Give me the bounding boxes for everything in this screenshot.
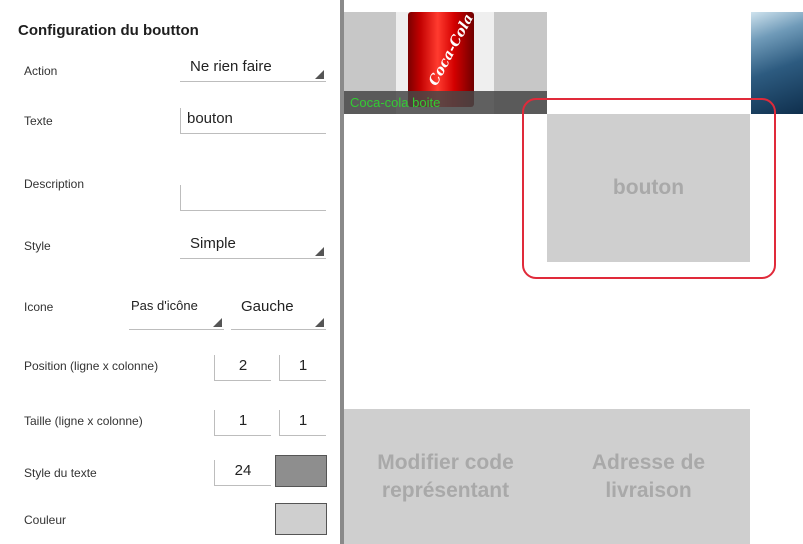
button-config-panel: Configuration du boutton Action Ne rien … — [0, 0, 340, 544]
action-value: Ne rien faire — [190, 58, 272, 75]
button-grid-canvas: Coca-Cola Coca-cola boite bouton Modifie… — [344, 0, 803, 544]
taille-col-input[interactable]: 1 — [279, 410, 326, 436]
position-label: Position (ligne x colonne) — [24, 359, 159, 373]
icone-label: Icone — [24, 300, 54, 314]
adresse-livraison-button[interactable]: Adresse de livraison — [547, 409, 750, 544]
action-label: Action — [24, 64, 58, 78]
icone-position-select[interactable]: Gauche — [231, 296, 326, 330]
icone-position-value: Gauche — [241, 298, 294, 315]
texte-value: bouton — [187, 110, 233, 127]
selection-highlight — [522, 98, 776, 279]
dropdown-corner-icon — [315, 70, 324, 79]
text-color-swatch[interactable] — [275, 455, 327, 487]
texte-label: Texte — [24, 114, 53, 128]
description-input[interactable] — [180, 185, 326, 211]
panel-title: Configuration du boutton — [18, 22, 199, 39]
modifier-code-label: Modifier code représentant — [377, 450, 514, 502]
style-label: Style — [24, 239, 51, 253]
style-value: Simple — [190, 235, 236, 252]
taille-col-value: 1 — [298, 412, 308, 429]
can-logo-text: Coca-Cola — [425, 12, 477, 89]
text-size-input[interactable]: 24 — [214, 460, 271, 486]
position-col-value: 1 — [298, 357, 308, 374]
position-col-input[interactable]: 1 — [279, 355, 326, 381]
modifier-code-button[interactable]: Modifier code représentant — [344, 409, 547, 544]
position-row-input[interactable]: 2 — [214, 355, 271, 381]
button-color-swatch[interactable] — [275, 503, 327, 535]
icone-value: Pas d'icône — [131, 298, 198, 313]
taille-row-input[interactable]: 1 — [214, 410, 271, 436]
position-row-value: 2 — [238, 357, 248, 374]
action-select[interactable]: Ne rien faire — [180, 56, 326, 82]
icone-select[interactable]: Pas d'icône — [129, 296, 224, 330]
dropdown-corner-icon — [315, 247, 324, 256]
dropdown-corner-icon — [213, 318, 222, 327]
adresse-livraison-label: Adresse de livraison — [591, 450, 706, 502]
text-size-value: 24 — [234, 462, 252, 479]
product-tile-coca-cola[interactable]: Coca-Cola Coca-cola boite — [344, 12, 547, 114]
dropdown-corner-icon — [315, 318, 324, 327]
description-label: Description — [24, 177, 85, 191]
product-caption: Coca-cola boite — [344, 91, 547, 114]
style-texte-label: Style du texte — [24, 466, 97, 480]
style-select[interactable]: Simple — [180, 233, 326, 259]
couleur-label: Couleur — [24, 513, 67, 527]
taille-row-value: 1 — [238, 412, 248, 429]
taille-label: Taille (ligne x colonne) — [24, 414, 143, 428]
texte-input[interactable]: bouton — [180, 108, 326, 134]
